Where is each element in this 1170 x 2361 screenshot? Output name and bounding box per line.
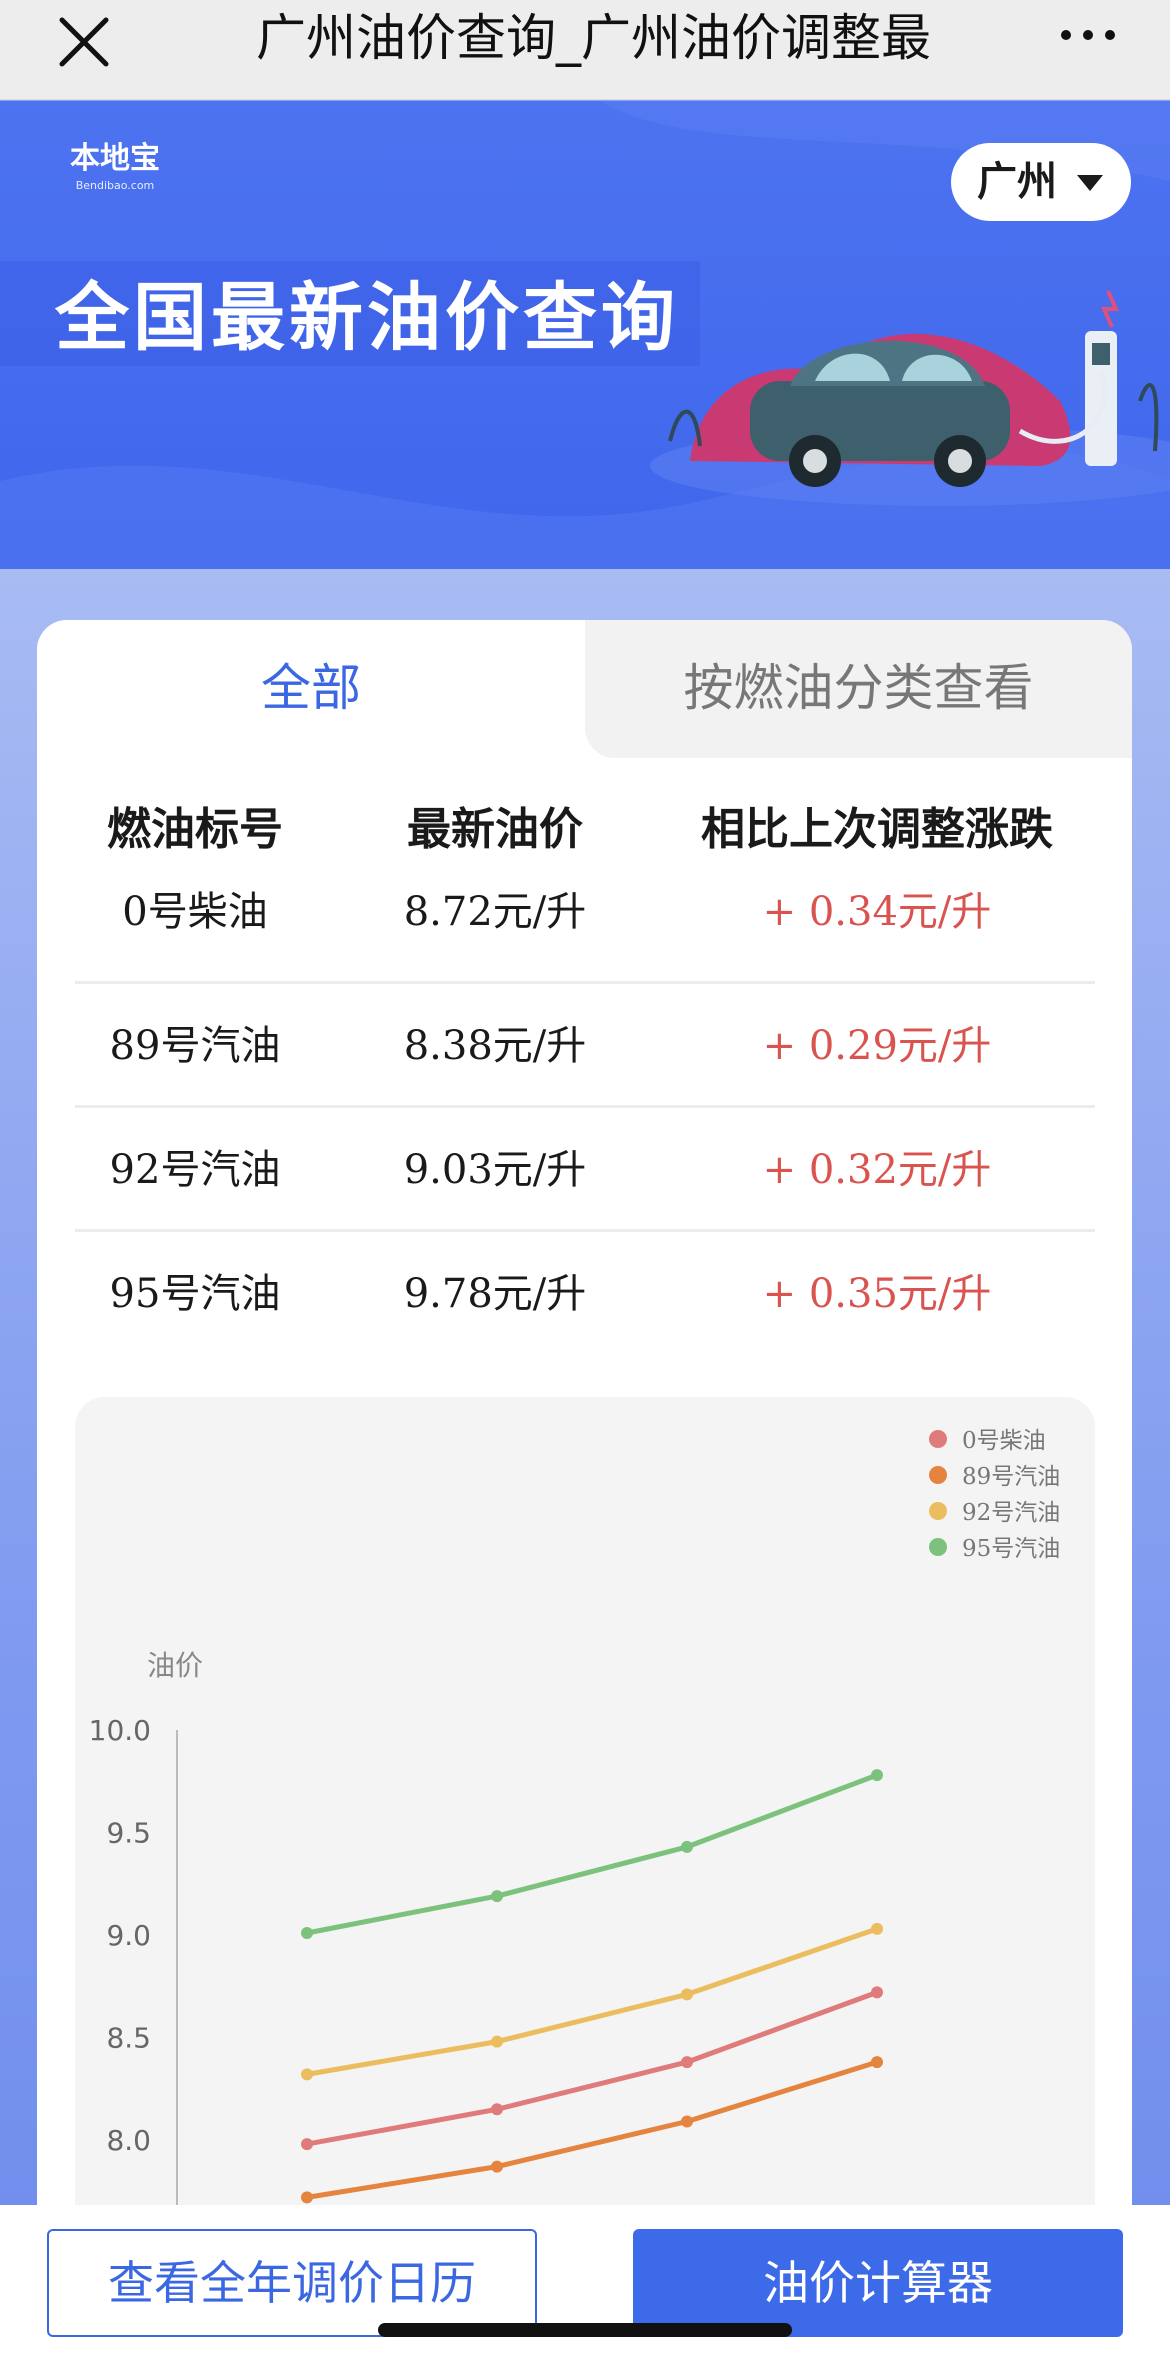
fuel-type: 0号柴油 <box>122 889 268 935</box>
banner-title: 全国最新油价查询 <box>55 275 679 361</box>
data-point <box>871 1922 883 1935</box>
logo-text: 本地宝 <box>70 141 160 176</box>
price-card: 全部 按燃油分类查看 燃油标号 最新油价 相比上次调整涨跌 0号柴油 8.72元… <box>37 620 1132 2361</box>
series-line <box>304 1989 880 2147</box>
page-title: 广州油价查询_广州油价调整最 <box>256 9 931 67</box>
table-row: 89号汽油 8.38元/升 + 0.29元/升 <box>75 984 1095 1108</box>
price-change: + 0.35元/升 <box>762 1271 992 1317</box>
price-change: + 0.29元/升 <box>762 1023 992 1069</box>
legend-marker <box>929 1466 947 1484</box>
fuel-price: 9.03元/升 <box>403 1147 587 1193</box>
fuel-type: 89号汽油 <box>109 1023 281 1069</box>
legend-label: 95号汽油 <box>962 1536 1060 1562</box>
y-tick-label: 9.5 <box>106 1817 151 1850</box>
city-label: 广州 <box>977 159 1057 205</box>
y-tick-label: 10.0 <box>89 1714 151 1747</box>
header-banner: 本地宝 Bendibao.com 广州 全国最新油价查询 <box>0 101 1170 569</box>
data-point <box>301 1927 313 1939</box>
series-line <box>304 1926 880 2077</box>
header-fuel-type: 燃油标号 <box>107 804 283 855</box>
fuel-type: 95号汽油 <box>109 1271 281 1317</box>
data-point <box>681 2115 693 2128</box>
header-price-change: 相比上次调整涨跌 <box>701 804 1053 855</box>
table-row: 92号汽油 9.03元/升 + 0.32元/升 <box>75 1108 1095 1232</box>
fuel-price: 8.72元/升 <box>403 889 587 935</box>
series-line <box>304 1772 880 1936</box>
caret-down-icon <box>1077 175 1103 191</box>
y-tick-label: 9.0 <box>106 1919 151 1952</box>
data-point <box>871 2056 883 2069</box>
city-selector[interactable]: 广州 <box>951 143 1131 221</box>
tab-by-fuel-type[interactable]: 按燃油分类查看 <box>585 620 1132 758</box>
data-point <box>301 2068 313 2081</box>
fuel-calculator-button[interactable]: 油价计算器 <box>633 2229 1123 2337</box>
data-point <box>871 1769 883 1782</box>
data-point <box>491 2160 503 2173</box>
data-point <box>871 1986 883 1999</box>
brand-logo: 本地宝 Bendibao.com <box>55 141 175 201</box>
data-point <box>681 2056 693 2069</box>
data-point <box>681 1988 693 2001</box>
fuel-type: 92号汽油 <box>109 1147 281 1193</box>
tab-by-fuel-type-label: 按燃油分类查看 <box>683 659 1034 717</box>
data-point <box>491 1890 503 1903</box>
view-calendar-button[interactable]: 查看全年调价日历 <box>47 2229 537 2337</box>
data-point <box>491 2035 503 2048</box>
fuel-price: 9.78元/升 <box>403 1271 587 1317</box>
car-charging-illustration <box>650 290 1170 506</box>
nav-bar: 广州油价查询_广州油价调整最 <box>0 0 1170 100</box>
data-point <box>681 1840 693 1853</box>
header-latest-price: 最新油价 <box>407 804 583 855</box>
y-tick-label: 8.5 <box>106 2022 151 2055</box>
tab-all-label: 全部 <box>261 659 361 717</box>
home-indicator <box>378 2323 792 2337</box>
tab-all[interactable]: 全部 <box>37 620 585 758</box>
fuel-price: 8.38元/升 <box>403 1023 587 1069</box>
bottom-action-bar: 查看全年调价日历 油价计算器 <box>0 2205 1170 2361</box>
y-axis-label: 油价 <box>147 1649 203 1682</box>
fuel-calculator-label: 油价计算器 <box>763 2256 993 2310</box>
table-row: 95号汽油 9.78元/升 + 0.35元/升 <box>75 1232 1095 1356</box>
more-icon[interactable] <box>1058 20 1118 50</box>
price-change: + 0.34元/升 <box>762 889 992 935</box>
legend-marker <box>929 1502 947 1520</box>
data-point <box>301 2191 313 2204</box>
logo-subtext: Bendibao.com <box>75 179 155 192</box>
close-icon[interactable] <box>54 12 114 72</box>
data-point <box>491 2103 503 2116</box>
legend-label: 0号柴油 <box>962 1428 1046 1454</box>
data-point <box>301 2138 313 2151</box>
view-calendar-label: 查看全年调价日历 <box>108 2256 476 2310</box>
legend-marker <box>929 1538 947 1556</box>
legend-label: 92号汽油 <box>962 1500 1060 1526</box>
price-change: + 0.32元/升 <box>762 1147 992 1193</box>
y-tick-label: 8.0 <box>106 2124 151 2157</box>
legend-label: 89号汽油 <box>962 1464 1060 1490</box>
table-row: 0号柴油 8.72元/升 + 0.34元/升 <box>75 862 1095 984</box>
legend-marker <box>929 1430 947 1448</box>
